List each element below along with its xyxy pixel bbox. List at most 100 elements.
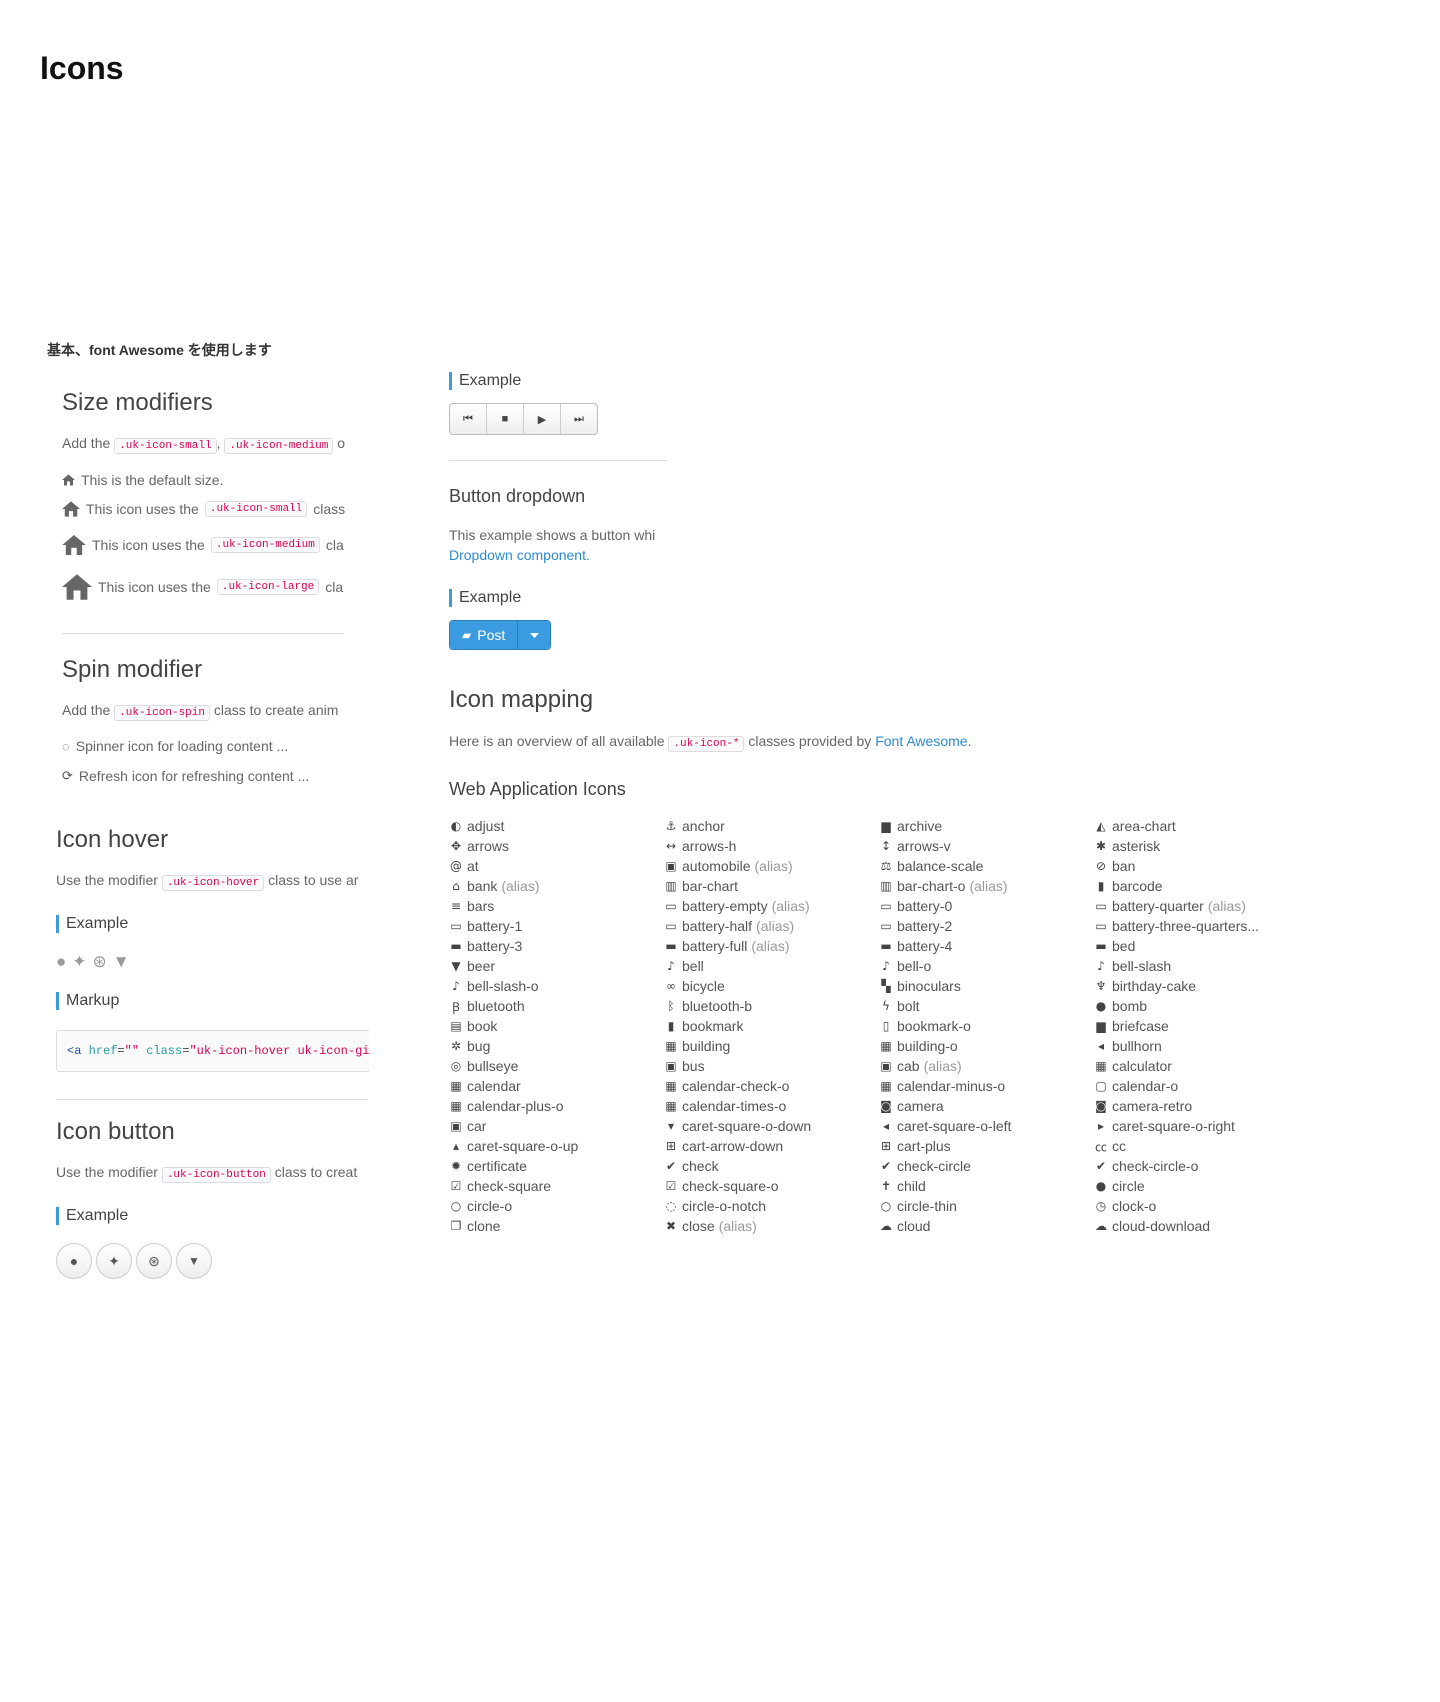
icon-name: bar-chart: [682, 878, 739, 894]
dribbble-icon-button[interactable]: ⊛: [136, 1243, 172, 1279]
camera-icon: ◙: [880, 1099, 892, 1113]
icon-item-battery-three-quarters: ▭ battery-three-quarters...: [1094, 916, 1309, 936]
play-button[interactable]: ▶: [524, 404, 561, 434]
bluetooth-icon: Ꞵ: [452, 999, 460, 1014]
next-button[interactable]: ⏭: [561, 404, 597, 434]
icon-item-close: ✖ close (alias): [664, 1216, 879, 1236]
large-suffix: cla: [325, 579, 344, 595]
circle-o-icon: ○: [450, 1199, 462, 1213]
battery-quarter-icon: ▭: [1095, 899, 1107, 913]
font-awesome-link[interactable]: Font Awesome: [875, 733, 967, 749]
icon-item-calendar-minus-o: ▦ calendar-minus-o: [879, 1076, 1094, 1096]
bomb-icon: ●: [1095, 999, 1107, 1013]
calendar-check-o-icon: ▦: [665, 1079, 677, 1093]
icon-name: bars: [467, 898, 495, 914]
post-button[interactable]: ▰ Post: [450, 621, 519, 649]
icon-mapping-heading: Icon mapping: [449, 686, 594, 713]
cloud-download-icon: ☁: [1095, 1219, 1107, 1233]
icon-name: binoculars: [897, 978, 961, 994]
icon-name: calendar: [467, 1078, 521, 1094]
calendar-times-o-icon: ▦: [665, 1099, 677, 1113]
icon-item-area-chart: ◭ area-chart: [1094, 816, 1309, 836]
icon-name: bookmark: [682, 1018, 744, 1034]
large-size-row: This icon uses the .uk-icon-large cla: [62, 574, 343, 600]
bell-slash-icon: ♪: [1097, 959, 1105, 973]
icon-name: cart-arrow-down: [682, 1138, 784, 1154]
icon-item-bullseye: ◎ bullseye: [449, 1056, 664, 1076]
battery-4-icon: ▬: [880, 939, 892, 953]
icon-item-car: ▣ car: [449, 1116, 664, 1136]
web-app-icons-heading: Web Application Icons: [449, 779, 626, 799]
icon-name: bolt: [897, 998, 920, 1014]
html5-icon[interactable]: ▼: [113, 952, 130, 972]
button-dropdown-text: This example shows a button whi: [449, 527, 656, 543]
icon-name: caret-square-o-up: [467, 1138, 579, 1154]
alias-label: (alias): [751, 938, 790, 954]
icon-item-camera: ◙ camera: [879, 1096, 1094, 1116]
bus-icon: ▣: [665, 1059, 677, 1073]
icon-name: bank: [467, 878, 498, 894]
stop-button[interactable]: ■: [487, 404, 524, 434]
icon-name: battery-4: [897, 938, 953, 954]
code-string: "": [124, 1044, 140, 1058]
icon-item-bed: ▬ bed: [1094, 936, 1309, 956]
icon-item-bank: ⌂ bank (alias): [449, 876, 664, 896]
icon-item-asterisk: ✱ asterisk: [1094, 836, 1309, 856]
icon-item-battery-2: ▭ battery-2: [879, 916, 1094, 936]
book-icon: ▤: [450, 1019, 462, 1033]
asterisk-icon: ✱: [1095, 839, 1107, 853]
icon-item-barcode: ▮ barcode: [1094, 876, 1309, 896]
beer-icon: ▼: [451, 959, 461, 973]
size-modifiers-section: Size modifiers Add the .uk-icon-small, .…: [62, 385, 346, 635]
caret-square-o-right-icon: ▸: [1097, 1119, 1105, 1133]
icon-name: book: [467, 1018, 498, 1034]
icon-item-cab: ▣ cab (alias): [879, 1056, 1094, 1076]
github-icon[interactable]: ●: [56, 952, 66, 972]
alias-label: (alias): [501, 878, 540, 894]
adjust-icon: ◐: [450, 819, 462, 833]
icon-name: calendar-o: [1112, 1078, 1179, 1094]
icon-name: anchor: [682, 818, 725, 834]
icon-name: bed: [1112, 938, 1136, 954]
icon-buttons: ● ✦ ⊛ ▼: [56, 1243, 212, 1279]
twitter-icon[interactable]: ✦: [72, 952, 86, 972]
dropdown-component-link[interactable]: Dropdown component.: [449, 547, 590, 563]
battery-3-icon: ▬: [450, 939, 462, 953]
home-icon: [62, 501, 80, 517]
code-attr: href: [88, 1044, 118, 1058]
barcode-icon: ▮: [1097, 879, 1105, 893]
icon-name: bluetooth-b: [682, 998, 753, 1014]
divider: [62, 633, 344, 634]
bed-icon: ▬: [1095, 939, 1107, 953]
divider: [449, 460, 667, 461]
dribbble-icon[interactable]: ⊛: [93, 952, 107, 972]
icon-item-circle-o-notch: ◌ circle-o-notch: [664, 1196, 879, 1216]
github-icon-button[interactable]: ●: [56, 1243, 92, 1279]
icon-item-bug: ✲ bug: [449, 1036, 664, 1056]
icon-item-bullhorn: ◂ bullhorn: [1094, 1036, 1309, 1056]
icon-name: battery-0: [897, 898, 953, 914]
icon-name: beer: [467, 958, 496, 974]
html5-icon-button[interactable]: ▼: [176, 1243, 212, 1279]
previous-button[interactable]: ⏮: [450, 404, 487, 434]
icon-item-building: ▦ building: [664, 1036, 879, 1056]
intro-suffix: class to create anim: [213, 702, 339, 718]
twitter-icon-button[interactable]: ✦: [96, 1243, 132, 1279]
icon-name: car: [467, 1118, 487, 1134]
refresh-row: ⟳ Refresh icon for refreshing content ..…: [62, 768, 309, 784]
bank-icon: ⌂: [452, 879, 460, 893]
icon-item-balance-scale: ⚖ balance-scale: [879, 856, 1094, 876]
icon-name: check-square-o: [682, 1178, 779, 1194]
calendar-plus-o-icon: ▦: [450, 1099, 462, 1113]
icon-hover-heading: Icon hover: [56, 826, 169, 853]
bar-chart-o-icon: ▥: [880, 879, 892, 893]
calendar-minus-o-icon: ▦: [880, 1079, 892, 1093]
calendar-icon: ▦: [450, 1079, 462, 1093]
anchor-icon: ⚓: [665, 819, 677, 833]
button-dropdown-heading: Button dropdown: [449, 486, 586, 506]
bell-slash-o-icon: ♪: [452, 979, 460, 993]
dropdown-toggle-button[interactable]: [518, 621, 551, 649]
markup-label: Markup: [56, 992, 119, 1010]
battery-full-icon: ▬: [665, 939, 677, 953]
code-uk-icon-wildcard: .uk-icon-*: [668, 736, 745, 752]
